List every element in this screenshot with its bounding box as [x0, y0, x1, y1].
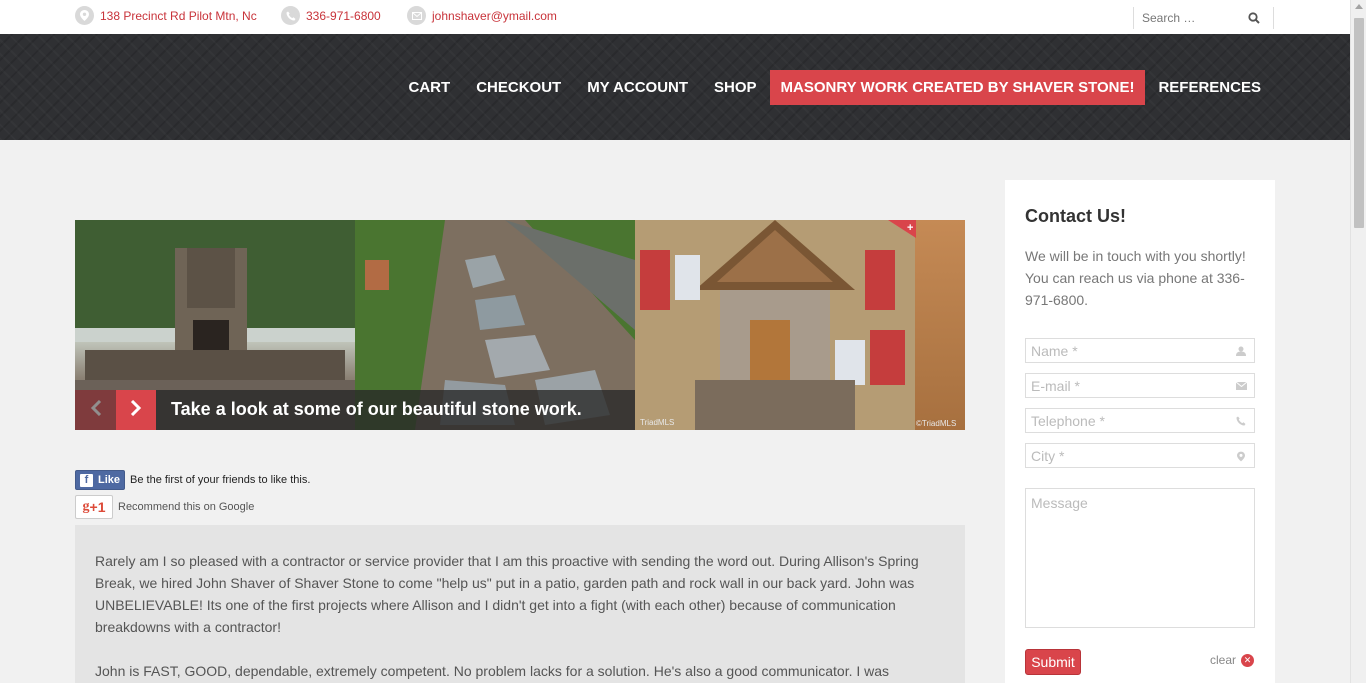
facebook-like-button[interactable]: f Like [75, 470, 126, 490]
name-field [1025, 338, 1255, 363]
clear-x-icon: ✕ [1241, 653, 1255, 667]
phone-item: 336-971-6800 [281, 6, 381, 25]
address-text: 138 Precinct Rd Pilot Mtn, Nc [100, 8, 257, 23]
contact-title: Contact Us! [1025, 206, 1127, 226]
google-plus-widget: g +1 Recommend this on Google [75, 495, 254, 519]
testimonial-paragraph: John is FAST, GOOD, dependable, extremel… [95, 663, 890, 679]
slide-image-interior [915, 220, 965, 430]
map-pin-icon [1235, 450, 1247, 462]
search-icon[interactable] [1244, 8, 1264, 28]
clear-link[interactable]: clear ✕ [1210, 653, 1255, 667]
map-pin-icon [75, 6, 94, 25]
scroll-thumb[interactable] [1354, 18, 1364, 228]
nav-my-account[interactable]: MY ACCOUNT [574, 71, 701, 104]
message-textarea[interactable] [1026, 489, 1254, 627]
phone-icon [1235, 415, 1247, 427]
contact-intro-text: We will be in touch with you shortly! Yo… [1025, 248, 1246, 308]
google-plus-label: +1 [89, 499, 106, 515]
chevron-left-icon [90, 399, 102, 421]
facebook-like-label: Like [98, 474, 121, 486]
google-plus-button[interactable]: g +1 [75, 495, 113, 519]
clear-label: clear [1210, 653, 1237, 667]
photo-credit: ©TriadMLS [916, 419, 957, 428]
nav-checkout[interactable]: CHECKOUT [463, 71, 574, 104]
testimonial-paragraph: Rarely am I so pleased with a contractor… [95, 553, 919, 635]
svg-text:+: + [907, 222, 913, 234]
scroll-up-arrow-icon[interactable] [1355, 4, 1363, 9]
nav-references[interactable]: REFERENCES [1145, 71, 1274, 104]
city-input[interactable] [1026, 444, 1226, 467]
slider-prev-button[interactable] [75, 390, 116, 430]
message-field [1025, 488, 1255, 628]
page-scrollbar[interactable] [1350, 0, 1366, 683]
main-nav: CART CHECKOUT MY ACCOUNT SHOP MASONRY WO… [396, 70, 1274, 105]
slide-image-porch [635, 220, 915, 430]
top-bar: 138 Precinct Rd Pilot Mtn, Nc 336-971-68… [0, 0, 1350, 34]
facebook-like-text: Be the first of your friends to like thi… [130, 474, 311, 486]
email-field [1025, 373, 1255, 398]
email-item: johnshaver@ymail.com [407, 6, 557, 25]
city-field [1025, 443, 1255, 468]
envelope-icon [1235, 380, 1247, 392]
address-item: 138 Precinct Rd Pilot Mtn, Nc [75, 6, 257, 25]
phone-icon [281, 6, 300, 25]
email-input[interactable] [1026, 374, 1226, 397]
nav-shop[interactable]: SHOP [701, 71, 770, 104]
submit-button[interactable]: Submit [1025, 649, 1081, 675]
site-header: CART CHECKOUT MY ACCOUNT SHOP MASONRY WO… [0, 34, 1350, 140]
facebook-icon: f [80, 473, 93, 487]
slider-caption: Take a look at some of our beautiful sto… [171, 399, 582, 419]
contact-sidebar: Contact Us! We will be in touch with you… [1005, 180, 1275, 683]
google-plus-text: Recommend this on Google [118, 501, 255, 513]
image-slider: + Take a look at some of our beautiful s… [75, 220, 965, 430]
chevron-right-icon [130, 399, 142, 421]
name-input[interactable] [1026, 339, 1226, 362]
envelope-icon [407, 6, 426, 25]
search-input[interactable] [1134, 11, 1244, 25]
photo-credit: TriadMLS [640, 418, 675, 427]
nav-masonry-work[interactable]: MASONRY WORK CREATED BY SHAVER STONE! [769, 70, 1146, 105]
email-link[interactable]: johnshaver@ymail.com [432, 9, 557, 23]
facebook-like-widget: f Like Be the first of your friends to l… [75, 470, 310, 490]
plus-corner-icon[interactable]: + [888, 220, 916, 238]
google-plus-icon: g [82, 499, 90, 514]
phone-text: 336-971-6800 [306, 8, 381, 23]
user-icon [1235, 345, 1247, 357]
slider-next-button[interactable] [116, 390, 156, 430]
testimonial-block: Rarely am I so pleased with a contractor… [75, 525, 965, 683]
telephone-input[interactable] [1026, 409, 1226, 432]
nav-cart[interactable]: CART [396, 71, 464, 104]
telephone-field [1025, 408, 1255, 433]
search-box [1133, 7, 1274, 29]
